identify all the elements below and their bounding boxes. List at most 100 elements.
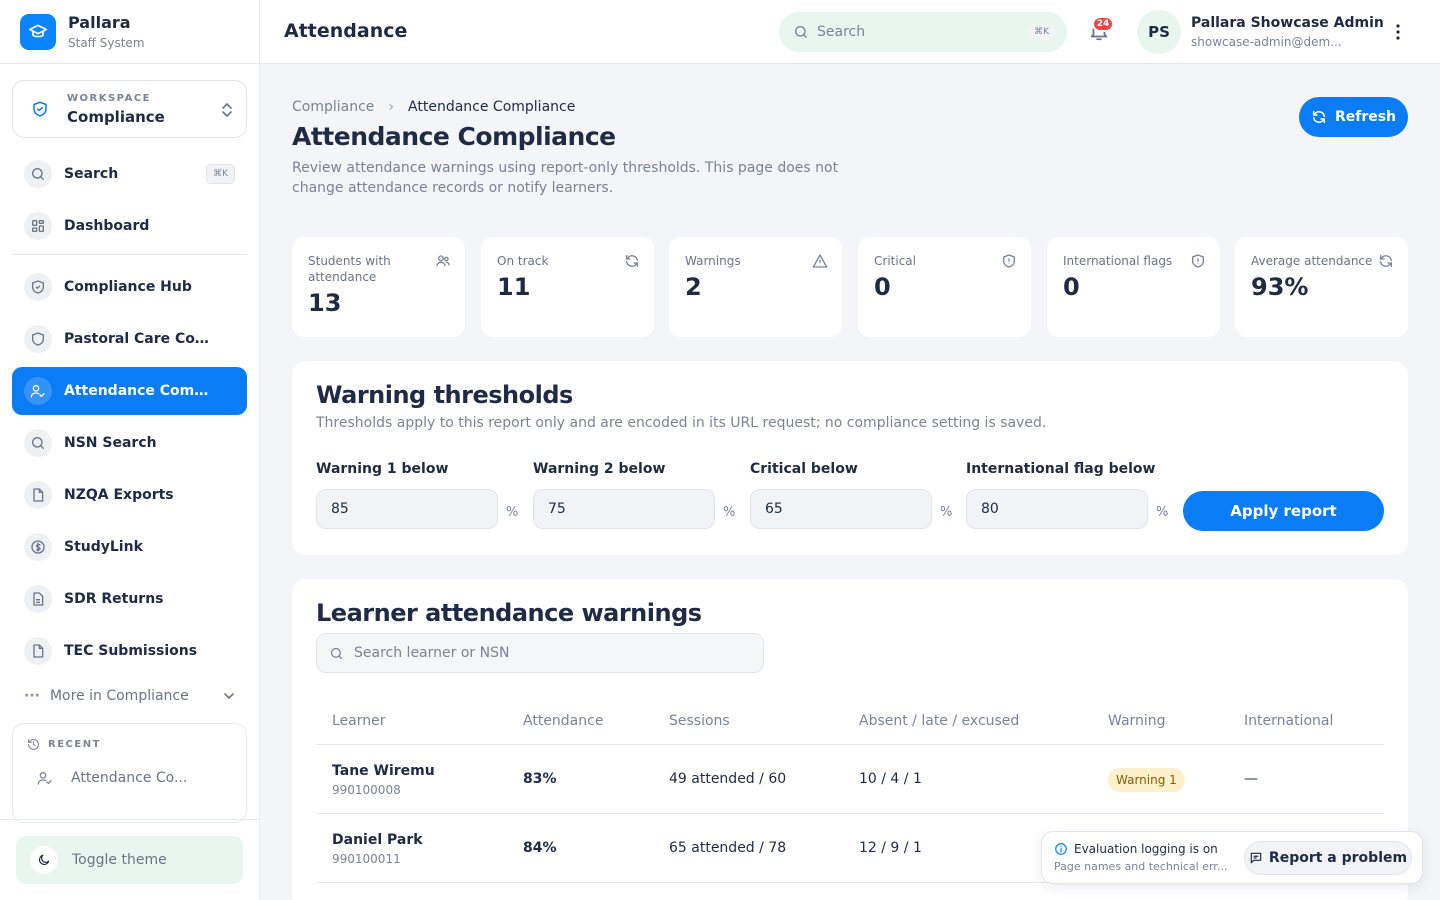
recent-item[interactable]: Attendance Co... — [37, 770, 187, 786]
threshold-international: International flag below 80 % — [966, 461, 1168, 529]
learners-title: Learner attendance warnings — [316, 599, 702, 627]
file-icon — [24, 637, 52, 665]
percent-unit: % — [723, 505, 736, 520]
brand-subtitle: Staff System — [68, 36, 145, 50]
sidebar-item-search[interactable]: Search ⌘K — [12, 150, 247, 198]
breadcrumb-current: Attendance Compliance — [408, 99, 576, 115]
sidebar-item-dashboard[interactable]: Dashboard — [12, 202, 247, 250]
table-header: Learner Attendance Sessions Absent / lat… — [316, 703, 1384, 745]
threshold-warning-1: Warning 1 below 85 % — [316, 461, 518, 529]
international-input[interactable]: 80 — [966, 489, 1148, 529]
column-header[interactable]: International — [1244, 713, 1333, 729]
column-header[interactable]: Attendance — [523, 713, 603, 729]
shortcut-badge: ⌘K — [206, 164, 235, 184]
sidebar-item-compliance-hub[interactable]: Compliance Hub — [12, 263, 247, 311]
warning-1-input[interactable]: 85 — [316, 489, 498, 529]
sidebar-footer: Toggle theme — [0, 819, 259, 900]
percent-unit: % — [506, 505, 519, 520]
dollar-icon — [24, 533, 52, 561]
sidebar-item-label: TEC Submissions — [64, 643, 198, 659]
apply-report-button[interactable]: Apply report — [1183, 491, 1384, 531]
absent-late-excused: 10 / 4 / 1 — [859, 771, 922, 787]
stat-value: 0 — [874, 273, 891, 301]
shield-icon — [24, 325, 52, 353]
sidebar-item-label: NSN Search — [64, 435, 157, 451]
search-placeholder: Search — [817, 24, 866, 40]
recent-item-label: Attendance Co... — [71, 770, 188, 786]
critical-input[interactable]: 65 — [750, 489, 932, 529]
more-label: More in Compliance — [49, 688, 189, 704]
user-check-icon — [37, 772, 52, 785]
page-title: Attendance Compliance — [292, 122, 616, 151]
refresh-button[interactable]: Refresh — [1299, 97, 1408, 137]
column-header[interactable]: Absent / late / excused — [859, 713, 1019, 729]
sidebar-item-tec-submissions[interactable]: TEC Submissions — [12, 627, 247, 675]
sidebar-item-pastoral-care-code[interactable]: Pastoral Care Code — [12, 315, 247, 363]
chevron-down-icon — [224, 693, 234, 700]
field-label: Warning 1 below — [316, 461, 449, 477]
stat-card-on-track: On track 11 — [481, 237, 654, 337]
sidebar-item-nsn-search[interactable]: NSN Search — [12, 419, 247, 467]
refresh-icon — [626, 255, 638, 267]
field-label: Critical below — [750, 461, 858, 477]
workspace-switcher[interactable]: WORKSPACE Compliance — [12, 80, 247, 138]
search-icon — [795, 26, 807, 38]
report-problem-button[interactable]: Report a problem — [1244, 841, 1412, 875]
recent-label: RECENT — [48, 739, 101, 750]
stat-value: 13 — [308, 289, 342, 317]
search-icon — [24, 160, 52, 188]
field-label: Warning 2 below — [533, 461, 666, 477]
field-label: International flag below — [966, 461, 1156, 477]
stat-label: Warnings — [685, 254, 741, 268]
sidebar-item-attendance-compliance[interactable]: Attendance Comp... — [12, 367, 247, 415]
stat-value: 11 — [497, 273, 531, 301]
breadcrumb-parent[interactable]: Compliance — [292, 99, 374, 115]
stat-value: 93% — [1251, 273, 1309, 301]
kebab-menu-icon[interactable] — [1390, 22, 1406, 42]
sidebar-item-label: StudyLink — [64, 539, 143, 555]
sidebar-item-label: Search — [64, 166, 119, 182]
topbar: Attendance Search ⌘K 24 PS Pallara Showc… — [260, 0, 1440, 64]
stat-label: International flags — [1063, 254, 1173, 268]
search-icon — [330, 647, 343, 659]
stat-card-warnings: Warnings 2 — [669, 237, 842, 337]
sidebar-item-label: Compliance Hub — [64, 279, 192, 295]
search-placeholder: Search learner or NSN — [354, 645, 510, 661]
sidebar-item-label: Pastoral Care Code — [64, 331, 214, 347]
shield-check-icon — [33, 101, 47, 117]
sessions-value: 49 attended / 60 — [669, 771, 787, 787]
users-icon — [436, 255, 450, 267]
toggle-theme-button[interactable]: Toggle theme — [16, 836, 243, 884]
attendance-value: 83% — [523, 771, 557, 787]
column-header[interactable]: Sessions — [669, 713, 730, 729]
stat-value: 0 — [1063, 273, 1080, 301]
column-header[interactable]: Learner — [332, 713, 386, 729]
sidebar-item-nzqa-exports[interactable]: NZQA Exports — [12, 471, 247, 519]
shield-icon — [24, 273, 52, 301]
sidebar-item-studylink[interactable]: StudyLink — [12, 523, 247, 571]
avatar[interactable]: PS — [1137, 10, 1181, 54]
thresholds-title: Warning thresholds — [316, 381, 573, 409]
learner-nsn: 990100008 — [332, 783, 401, 797]
toast-title-row: Evaluation logging is on — [1054, 842, 1218, 856]
learner-search-input[interactable]: Search learner or NSN — [316, 633, 764, 673]
learner-name: Tane Wiremu — [332, 763, 435, 779]
global-search-input[interactable]: Search ⌘K — [779, 12, 1067, 52]
workspace-value: Compliance — [67, 107, 165, 126]
stat-label: Average attendance — [1251, 254, 1373, 268]
sidebar-item-sdr-returns[interactable]: SDR Returns — [12, 575, 247, 623]
history-icon — [28, 739, 39, 750]
warning-2-input[interactable]: 75 — [533, 489, 715, 529]
percent-unit: % — [1156, 505, 1169, 520]
more-in-compliance[interactable]: ··· More in Compliance — [24, 688, 236, 704]
attendance-value: 84% — [523, 840, 557, 856]
column-header[interactable]: Warning — [1108, 713, 1166, 729]
international-value: — — [1244, 771, 1258, 787]
stat-label: Students with attendance — [308, 254, 391, 284]
brand[interactable]: Pallara Staff System — [0, 0, 259, 64]
refresh-label: Refresh — [1334, 109, 1397, 125]
stat-card-students: Students with attendance 13 — [292, 237, 465, 337]
document-icon — [24, 585, 52, 613]
table-row[interactable]: Tane Wiremu 990100008 83% 49 attended / … — [316, 745, 1384, 814]
breadcrumb: Compliance › Attendance Compliance — [292, 99, 575, 115]
